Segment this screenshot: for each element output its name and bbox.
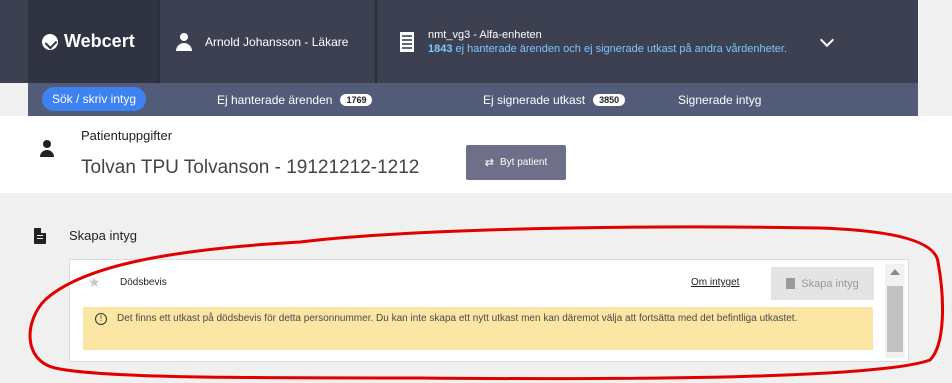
annotation-scribble: [28, 225, 944, 381]
